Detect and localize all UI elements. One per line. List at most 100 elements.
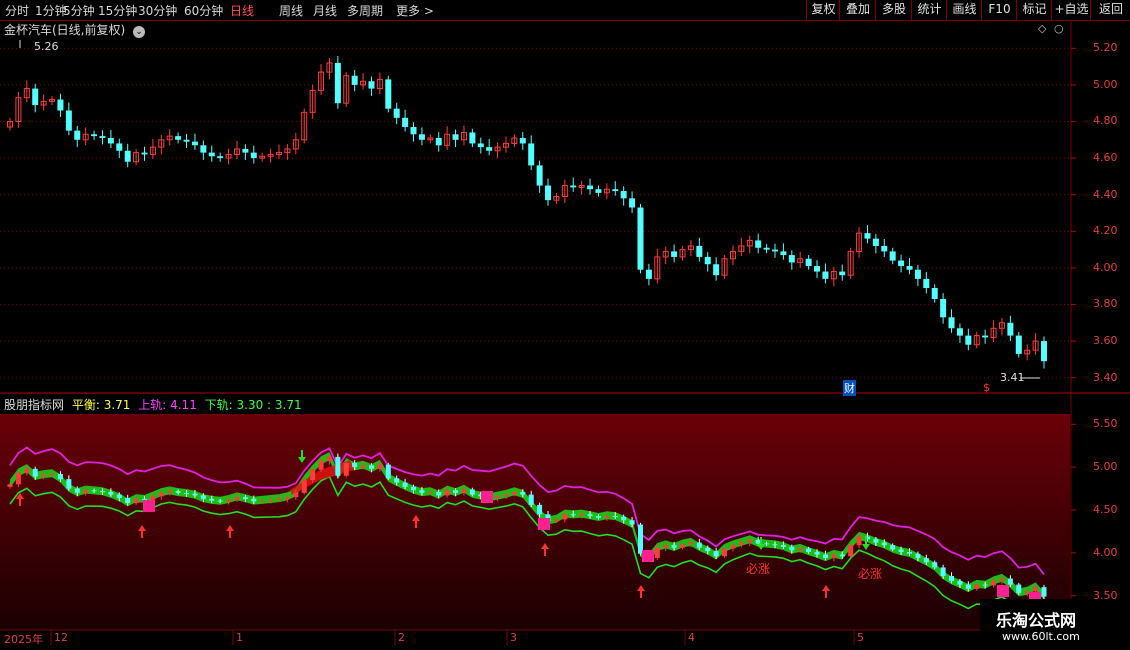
candle-98 [830,266,837,287]
candle-0 [7,117,13,131]
candle-36 [309,84,316,119]
candle-54 [460,125,467,146]
candle-22 [191,133,198,150]
financial-marker[interactable]: 财 [843,380,856,396]
indicator-title: 股朋指标网 平衡: 3.71 上轨: 4.11 下轨: 3.30 : 3.71 [4,396,302,413]
candle-27 [233,140,240,160]
candle-85 [721,255,728,279]
bizhang-label-2: 必涨 [858,567,883,581]
y-tick-main-2: 4.80 [1093,114,1118,128]
candle-75 [637,203,644,274]
candle-118 [998,318,1005,336]
candle-121 [1024,344,1031,361]
bizhang-label-1: 必涨 [746,562,771,576]
candle-86 [729,245,736,266]
candle-89 [755,233,762,254]
candle-18 [158,135,165,155]
candle-20 [175,132,182,144]
candle-73 [620,186,627,206]
candle-12 [107,129,114,149]
candle-79 [671,244,678,263]
x-label-3: 2 [398,631,405,644]
candle-78 [662,246,669,265]
candle-56 [477,137,484,154]
candle-44 [376,72,383,95]
candle-106 [898,254,905,273]
candle-92 [780,243,787,260]
candle-51 [435,132,442,152]
candle-34 [292,132,299,155]
candle-83 [704,252,711,272]
x-label-4: 3 [510,631,517,644]
candle-41 [351,69,358,92]
candle-37 [318,64,325,95]
candle-40 [343,72,350,107]
candle-16 [141,146,148,161]
ind-candle-45 [385,462,391,480]
candle-74 [629,191,636,213]
candle-119 [1007,315,1014,342]
candle-4 [40,94,47,111]
candle-25 [217,152,224,162]
candle-96 [814,260,821,278]
y-tick-main-4: 4.40 [1093,187,1118,201]
y-tick-main-0: 5.20 [1093,41,1118,55]
x-label-2: 1 [236,631,243,644]
candle-113 [956,323,963,343]
candle-6 [57,93,64,117]
candle-123 [1041,336,1047,369]
signal-square [143,500,155,512]
candle-62 [528,135,535,170]
candle-47 [402,109,409,132]
candle-84 [713,257,720,281]
candle-32 [276,144,283,160]
candle-88 [746,235,753,254]
candle-13 [116,138,123,159]
candle-35 [301,108,308,144]
candle-109 [923,271,930,294]
low-label: 3.41 [1000,371,1025,384]
candle-3 [32,83,39,113]
candle-39 [334,55,341,109]
candle-120 [1015,331,1022,358]
candle-19 [166,129,173,146]
candle-55 [469,128,476,148]
x-label-0: 2025年 [4,633,43,646]
signal-square [538,518,550,530]
candle-48 [410,122,417,142]
candle-105 [889,247,896,265]
candle-42 [360,73,367,90]
lower-label: 下轨: 3.30 : 3.71 [204,398,302,412]
high-label: 5.26 [34,40,59,53]
candle-67 [570,177,577,192]
signal-square [481,491,493,503]
y-tick-main-5: 4.20 [1093,224,1118,238]
watermark-line2: www.60lt.com [1002,630,1080,643]
candle-64 [545,178,552,206]
ind-candle-39 [335,453,341,479]
candle-17 [149,139,156,160]
candle-82 [696,237,703,262]
y-tick-ind-1: 5.00 [1093,460,1118,474]
candle-110 [931,284,938,303]
candle-94 [797,251,804,268]
ind-candle-40 [343,461,349,478]
candle-7 [65,102,72,136]
candle-8 [74,125,81,148]
candle-24 [208,145,215,162]
candle-90 [763,244,770,254]
candle-71 [603,183,610,200]
candle-112 [948,309,955,333]
candle-21 [183,133,190,149]
candle-117 [990,320,997,342]
signal-square [642,550,654,562]
candle-95 [805,255,812,270]
candle-11 [99,130,106,145]
dollar-marker[interactable]: $ [983,381,990,394]
candle-57 [486,139,493,156]
candle-76 [645,263,652,286]
y-tick-ind-3: 4.00 [1093,545,1118,559]
candle-14 [124,143,131,168]
candle-59 [502,136,509,153]
candle-69 [587,178,594,195]
